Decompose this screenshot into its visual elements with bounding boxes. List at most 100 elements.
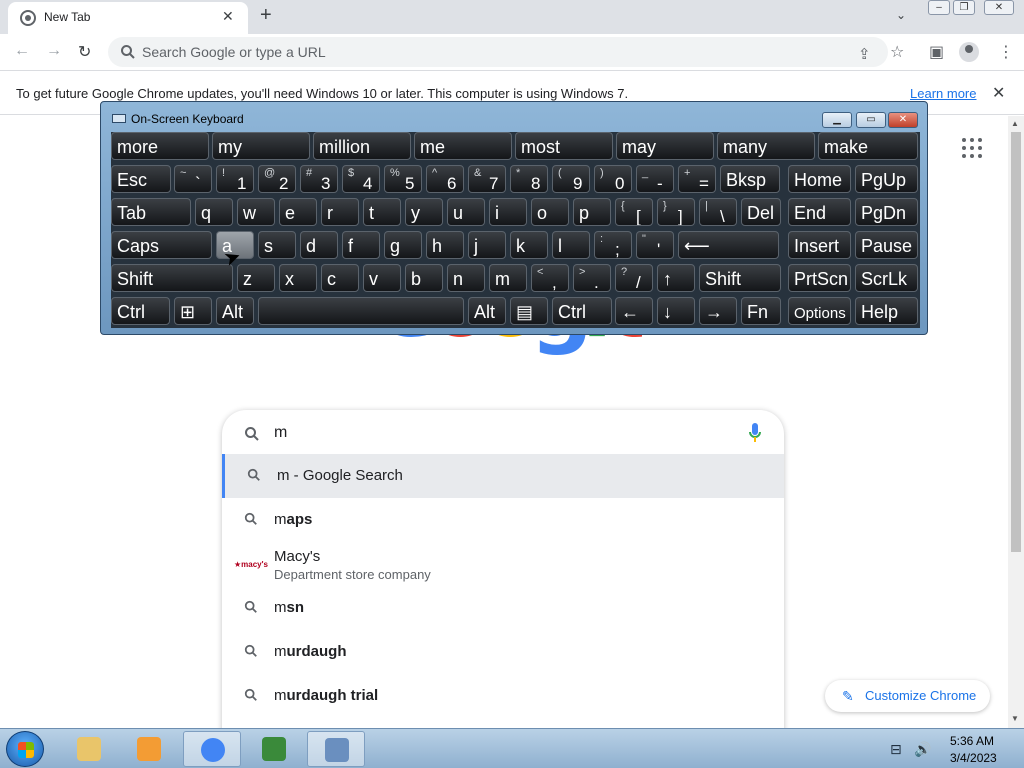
osk-prediction-key[interactable]: more xyxy=(111,132,209,160)
osk-key[interactable]: h xyxy=(426,231,464,259)
osk-key[interactable]: PgDn xyxy=(855,198,918,226)
osk-key[interactable]: Tab xyxy=(111,198,191,226)
osk-key[interactable]: p xyxy=(573,198,611,226)
osk-key[interactable]: f xyxy=(342,231,380,259)
osk-key[interactable]: Help xyxy=(855,297,918,325)
taskbar-explorer[interactable] xyxy=(60,731,118,767)
osk-restore-button[interactable]: ▭ xyxy=(856,112,886,128)
tab-new-tab[interactable]: New Tab ✕ xyxy=(8,2,248,34)
scroll-up-icon[interactable]: ▲ xyxy=(1011,119,1019,128)
new-tab-button[interactable]: + xyxy=(260,4,272,27)
osk-key[interactable]: _ - xyxy=(636,165,674,193)
scroll-down-icon[interactable]: ▼ xyxy=(1011,714,1019,723)
osk-key[interactable]: t xyxy=(363,198,401,226)
osk-key[interactable]: Bksp xyxy=(720,165,780,193)
window-close-button[interactable]: ✕ xyxy=(984,0,1014,15)
osk-key[interactable]: ← xyxy=(615,297,653,325)
osk-key[interactable]: e xyxy=(279,198,317,226)
microphone-icon[interactable] xyxy=(748,422,762,444)
osk-prediction-key[interactable]: my xyxy=(212,132,310,160)
reload-icon[interactable]: ↻ xyxy=(78,42,91,62)
osk-prediction-key[interactable]: me xyxy=(414,132,512,160)
osk-key[interactable]: End xyxy=(788,198,851,226)
osk-key[interactable]: y xyxy=(405,198,443,226)
osk-key[interactable]: b xyxy=(405,264,443,292)
taskbar-chrome[interactable] xyxy=(183,731,241,767)
share-icon[interactable]: ⇪ xyxy=(858,45,871,63)
osk-key[interactable]: Shift xyxy=(699,264,781,292)
bookmark-star-icon[interactable]: ☆ xyxy=(890,42,904,62)
osk-key[interactable]: o xyxy=(531,198,569,226)
osk-key[interactable]: x xyxy=(279,264,317,292)
taskbar-media-player[interactable] xyxy=(120,731,178,767)
chrome-menu-icon[interactable]: ⋮ xyxy=(998,42,1014,62)
osk-key[interactable]: (9 xyxy=(552,165,590,193)
osk-key[interactable]: Pause xyxy=(855,231,918,259)
osk-key[interactable]: ^ 6 xyxy=(426,165,464,193)
osk-key[interactable]: s xyxy=(258,231,296,259)
osk-prediction-key[interactable]: may xyxy=(616,132,714,160)
osk-key[interactable]: i xyxy=(489,198,527,226)
osk-key[interactable]: Fn xyxy=(741,297,781,325)
suggestion-item[interactable]: m - Google Search xyxy=(222,454,784,498)
osk-key[interactable]: ScrLk xyxy=(855,264,918,292)
osk-close-button[interactable]: ✕ xyxy=(888,112,918,128)
osk-key[interactable]: Home xyxy=(788,165,851,193)
osk-key[interactable]: → xyxy=(699,297,737,325)
taskbar-on-screen-keyboard[interactable] xyxy=(307,731,365,767)
page-scrollbar[interactable]: ▲ ▼ xyxy=(1008,116,1024,728)
osk-key[interactable]: d xyxy=(300,231,338,259)
google-apps-icon[interactable] xyxy=(962,138,982,158)
osk-key[interactable]: & 7 xyxy=(468,165,506,193)
osk-key[interactable] xyxy=(258,297,464,325)
osk-prediction-key[interactable]: many xyxy=(717,132,815,160)
network-icon[interactable]: ⊟ xyxy=(890,741,902,758)
osk-key[interactable]: ↓ xyxy=(657,297,695,325)
infobar-close-icon[interactable]: ✕ xyxy=(992,83,1005,103)
osk-minimize-button[interactable]: ▁ xyxy=(822,112,852,128)
osk-key[interactable]: ) 0 xyxy=(594,165,632,193)
search-input[interactable]: m xyxy=(274,424,287,442)
osk-key[interactable]: Options xyxy=(788,297,851,325)
osk-key[interactable]: PgUp xyxy=(855,165,918,193)
forward-arrow-icon[interactable]: → xyxy=(46,42,62,60)
suggestion-item-macys[interactable]: ★macy's Macy's Department store company xyxy=(222,542,784,586)
osk-key[interactable]: ↑ xyxy=(657,264,695,292)
osk-key[interactable]: ⊞ xyxy=(174,297,212,325)
osk-key[interactable]: g xyxy=(384,231,422,259)
volume-icon[interactable]: 🔊 xyxy=(914,741,931,758)
tab-search-chevron-icon[interactable]: ⌄ xyxy=(896,8,906,22)
osk-key[interactable]: r xyxy=(321,198,359,226)
osk-key[interactable]: PrtScn xyxy=(788,264,851,292)
osk-prediction-key[interactable]: million xyxy=(313,132,411,160)
customize-chrome-button[interactable]: ✎ Customize Chrome xyxy=(825,680,990,712)
osk-key[interactable]: j xyxy=(468,231,506,259)
osk-key[interactable]: Alt xyxy=(468,297,506,325)
osk-prediction-key[interactable]: make xyxy=(818,132,918,160)
osk-key[interactable]: Insert xyxy=(788,231,851,259)
osk-key[interactable]: z xyxy=(237,264,275,292)
osk-key[interactable]: {[ xyxy=(615,198,653,226)
tab-close-icon[interactable]: ✕ xyxy=(222,8,234,25)
suggestion-item[interactable]: murdaugh xyxy=(222,630,784,674)
osk-key[interactable]: ! 1 xyxy=(216,165,254,193)
osk-key[interactable]: v xyxy=(363,264,401,292)
osk-key[interactable]: u xyxy=(447,198,485,226)
window-minimize-button[interactable]: – xyxy=(928,0,950,15)
osk-key[interactable]: w xyxy=(237,198,275,226)
back-arrow-icon[interactable]: ← xyxy=(14,42,30,60)
osk-prediction-key[interactable]: most xyxy=(515,132,613,160)
osk-key[interactable]: c xyxy=(321,264,359,292)
osk-key[interactable]: ▤ xyxy=(510,297,548,325)
osk-key[interactable]: | \ xyxy=(699,198,737,226)
osk-key[interactable]: " ' xyxy=(636,231,674,259)
osk-key[interactable]: k xyxy=(510,231,548,259)
osk-key[interactable]: % 5 xyxy=(384,165,422,193)
osk-key[interactable]: Esc xyxy=(111,165,171,193)
osk-key[interactable]: #3 xyxy=(300,165,338,193)
suggestion-item[interactable]: maps xyxy=(222,498,784,542)
search-box[interactable]: m m - Google Search maps ★macy's Macy's … xyxy=(222,410,784,728)
osk-key[interactable]: n xyxy=(447,264,485,292)
osk-key[interactable]: >. xyxy=(573,264,611,292)
osk-key[interactable]: Ctrl xyxy=(111,297,170,325)
